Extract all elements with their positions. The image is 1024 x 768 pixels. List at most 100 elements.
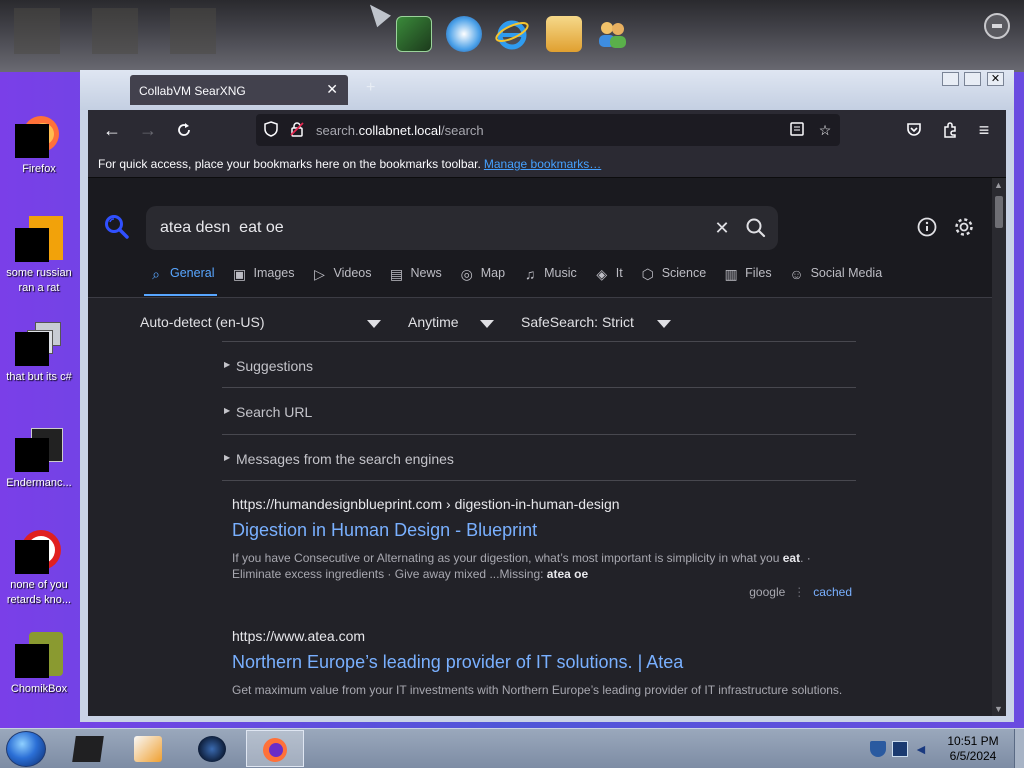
- close-window-button[interactable]: ✕: [987, 72, 1004, 86]
- minimize-button[interactable]: [942, 72, 959, 86]
- browser-toolbar: ← → search.collabnet.local/search ☆ ≡: [88, 110, 1006, 150]
- tab-videos[interactable]: ▷ Videos: [307, 266, 374, 296]
- taskbar-item-globe[interactable]: [184, 730, 242, 767]
- chevron-down-icon: [657, 320, 671, 328]
- top-dock: [0, 0, 1024, 72]
- result-title[interactable]: Digestion in Human Design - Blueprint: [232, 520, 852, 546]
- language-select[interactable]: Auto-detect (en-US): [140, 314, 388, 330]
- safesearch-select[interactable]: SafeSearch: Strict: [521, 314, 673, 330]
- tab-close-icon[interactable]: ✕: [326, 81, 338, 98]
- search-icon[interactable]: [744, 216, 768, 240]
- taskbar: ◄ 10:51 PM 6/5/2024: [0, 728, 1024, 768]
- red-circle-icon: [15, 526, 63, 574]
- cube-app-icon[interactable]: [396, 16, 432, 52]
- insecure-lock-icon[interactable]: [288, 121, 306, 139]
- result-item: https://humandesignblueprint.com › diges…: [232, 496, 852, 599]
- system-clock[interactable]: 10:51 PM 6/5/2024: [940, 734, 1006, 764]
- engine-messages-toggle[interactable]: ▶ Messages from the search engines: [222, 434, 856, 480]
- time-range-select[interactable]: Anytime: [408, 314, 500, 330]
- desktop-icon-firefox[interactable]: Firefox: [0, 110, 78, 177]
- result-url[interactable]: https://www.atea.com: [232, 628, 852, 648]
- result-item: https://www.atea.com Northern Europe’s l…: [232, 628, 852, 698]
- url-bar[interactable]: search.collabnet.local/search ☆: [256, 114, 840, 146]
- shield-icon[interactable]: [262, 121, 280, 139]
- extensions-icon[interactable]: [938, 119, 962, 141]
- back-button[interactable]: ←: [100, 119, 124, 141]
- shield-icon[interactable]: [870, 741, 886, 757]
- reader-view-icon[interactable]: [788, 121, 806, 139]
- firefox-icon: [261, 737, 289, 763]
- tab-science[interactable]: ⬡ Science: [636, 266, 709, 296]
- result-url[interactable]: https://humandesignblueprint.com › diges…: [232, 496, 852, 516]
- bookmarks-toolbar: For quick access, place your bookmarks h…: [88, 150, 1006, 178]
- tab-files[interactable]: ▥ Files: [719, 266, 774, 296]
- result-title[interactable]: Northern Europe’s leading provider of IT…: [232, 652, 852, 678]
- menu-icon[interactable]: ≡: [972, 119, 996, 141]
- desktop-icon-rat[interactable]: some russian ran a rat: [0, 214, 78, 296]
- internet-explorer-icon[interactable]: [494, 16, 530, 52]
- search-icon: ⌕: [152, 266, 160, 282]
- pocket-icon[interactable]: [902, 119, 926, 141]
- category-tabs: ⌕ General ▣ Images ▷ Videos ▤ News ◎ Map ♫ Mus…: [144, 266, 895, 296]
- scroll-up-icon[interactable]: ▲: [994, 180, 1003, 190]
- desktop-icon-endermanch[interactable]: Endermanc...: [0, 424, 78, 491]
- tab-general[interactable]: ⌕ General: [144, 266, 218, 296]
- url-text[interactable]: search.collabnet.local/search: [316, 123, 484, 138]
- tab-collabvm-searxng[interactable]: CollabVM SearXNG ✕: [130, 75, 348, 105]
- reload-button[interactable]: [172, 119, 196, 141]
- triangle-right-icon: ▶: [224, 360, 231, 369]
- desktop-icon-label: some russian ran a rat: [6, 267, 72, 294]
- tab-social-media[interactable]: ☺ Social Media: [785, 266, 886, 296]
- cached-link[interactable]: cached: [813, 585, 852, 599]
- gear-icon[interactable]: [953, 216, 975, 238]
- volume-icon[interactable]: ◄: [914, 741, 930, 757]
- bookmark-star-icon[interactable]: ☆: [816, 121, 834, 139]
- taskbar-item-explorer[interactable]: [60, 730, 118, 767]
- search-input[interactable]: [160, 218, 700, 238]
- desktop-icon-label: Endermanc...: [6, 477, 72, 489]
- taskbar-item-media[interactable]: [120, 730, 178, 767]
- chevron-down-icon: [367, 320, 381, 328]
- forward-button[interactable]: →: [136, 119, 160, 141]
- search-header: ✕ ⌕General ▣Images ▷Videos ▤News ◎Map ♫M…: [88, 178, 992, 298]
- globe-icon: [198, 736, 226, 762]
- start-button[interactable]: [6, 731, 46, 767]
- tab-map[interactable]: ◎ Map: [455, 266, 508, 296]
- info-icon[interactable]: [916, 216, 938, 238]
- network-icon[interactable]: [892, 741, 908, 757]
- tab-it[interactable]: ◈ It: [590, 266, 626, 296]
- dock-power-icon[interactable]: [984, 13, 1010, 39]
- maximize-button[interactable]: [964, 72, 981, 86]
- tab-music[interactable]: ♫ Music: [518, 266, 580, 296]
- result-meta: google ⋮ cached: [749, 585, 852, 599]
- show-desktop-button[interactable]: [1014, 729, 1024, 768]
- searxng-page: ✕ ⌕General ▣Images ▷Videos ▤News ◎Map ♫M…: [88, 178, 1006, 716]
- map-pin-icon: ◎: [460, 266, 473, 282]
- app-icon: [15, 214, 63, 262]
- suggestions-toggle[interactable]: ▶ Suggestions: [222, 341, 856, 387]
- clock-time: 10:51 PM: [947, 734, 999, 748]
- tab-images[interactable]: ▣ Images: [227, 266, 297, 296]
- clear-search-icon[interactable]: ✕: [710, 216, 734, 240]
- page-scrollbar[interactable]: ▲ ▼: [992, 178, 1006, 716]
- desktop-icon-none-of-you[interactable]: none of you retards kno...: [0, 526, 78, 608]
- taskbar-item-firefox[interactable]: [246, 730, 304, 767]
- windows-stack-icon: [15, 318, 63, 366]
- desktop-icon-label: none of you retards kno...: [6, 579, 72, 606]
- users-icon[interactable]: [594, 16, 630, 52]
- manage-bookmarks-link[interactable]: Manage bookmarks…: [484, 157, 601, 171]
- tab-news[interactable]: ▤ News: [384, 266, 444, 296]
- chomikbox-icon: [15, 630, 63, 678]
- searxng-logo-icon[interactable]: [104, 214, 130, 240]
- folder-icon: [72, 736, 104, 762]
- photo-folder-icon[interactable]: [546, 16, 582, 52]
- window-titlebar[interactable]: ✕ CollabVM SearXNG ✕ +: [80, 70, 1014, 110]
- desktop-icon-chomikbox[interactable]: ChomikBox: [0, 630, 78, 697]
- search-url-toggle[interactable]: ▶ Search URL: [222, 387, 856, 433]
- scroll-thumb[interactable]: [995, 196, 1003, 228]
- new-tab-icon[interactable]: +: [366, 79, 375, 97]
- globe-icon[interactable]: [446, 16, 482, 52]
- desktop-icon-csharp[interactable]: that but its c#: [0, 318, 78, 385]
- tab-title: CollabVM SearXNG: [139, 84, 246, 98]
- scroll-down-icon[interactable]: ▼: [994, 704, 1003, 714]
